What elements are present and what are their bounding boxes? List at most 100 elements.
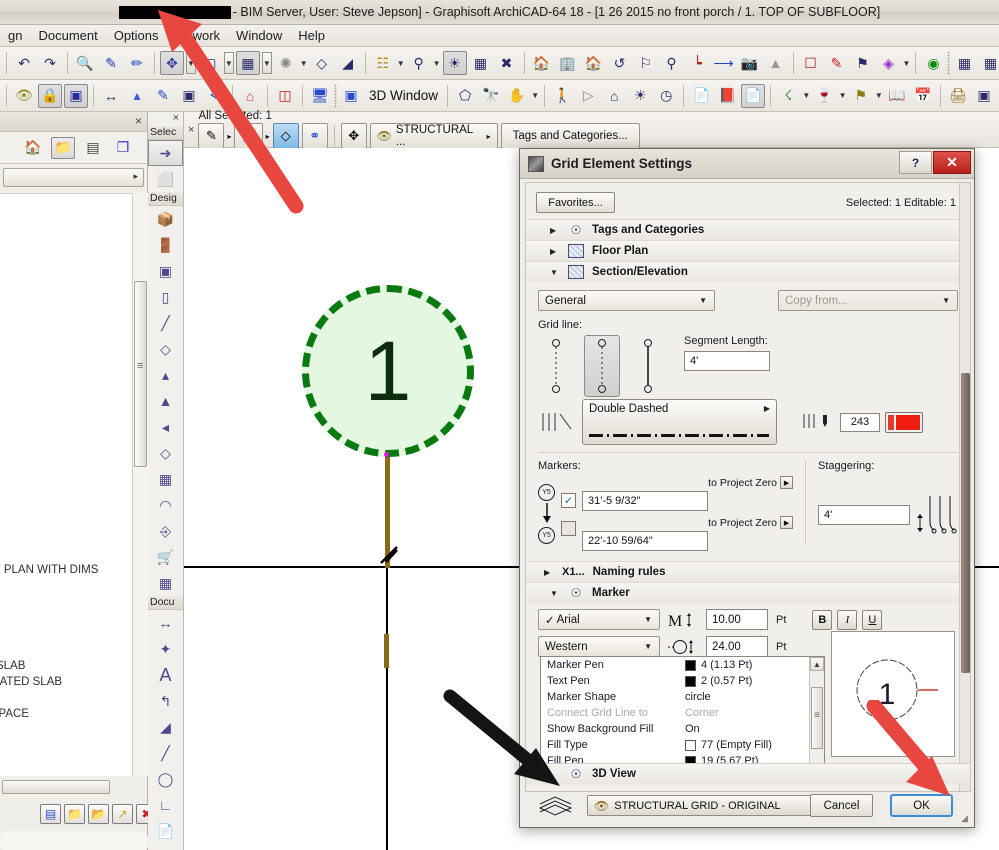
table-row[interactable]: Show Background Fill On [541,721,824,737]
publisher-icon[interactable]: ❐ [111,137,135,159]
measure-angle-icon[interactable]: ∢ [203,84,227,108]
3d-window-icon[interactable]: ▣ [339,84,363,108]
list-item[interactable]: ETAILS [0,316,132,332]
marker-size-input[interactable]: 24.00 [706,636,768,657]
dimension-icon[interactable]: ↔ [99,84,123,108]
text-size-input[interactable]: 10.00 [706,609,768,630]
object-tool-icon[interactable]: 🛒 [148,544,183,570]
list-item[interactable]: TAIL [0,690,132,706]
list-item[interactable]: Y [0,546,132,562]
edit-selection-icon[interactable]: ✎ [198,123,225,149]
marquee-tool-icon[interactable]: ⬜ [148,166,183,192]
pen-color-swatch[interactable] [885,411,923,433]
blue-page-icon[interactable]: 📄 [741,83,766,108]
grid-marker-bubble[interactable]: 1 [302,285,474,457]
tags-and-categories-button[interactable]: Tags and Categories... [500,123,640,149]
list-item[interactable]: CRAWL SPACE [0,706,132,722]
calendar-icon[interactable]: 📅 [911,84,935,108]
stair-tool-icon[interactable]: ◠ [148,492,183,518]
underline-button[interactable]: U [862,609,883,630]
navigator-vertical-scrollbar[interactable] [132,193,148,776]
properties-icon[interactable]: ▤ [40,804,61,824]
tag2-icon[interactable]: ⚑ [849,84,873,108]
eye-icon[interactable]: 👁 [12,84,36,108]
script-select[interactable]: Western ▼ [538,636,660,657]
navigator-view-combo[interactable] [3,168,144,187]
list-item[interactable] [0,472,132,488]
layer-lock-icon[interactable]: ✥ [340,123,367,149]
open-window-icon[interactable]: ↗ [112,804,133,824]
lock-icon[interactable]: 🔒 [38,83,62,108]
corner-icon[interactable]: ┕ [686,51,710,75]
morph-tool-icon[interactable]: ◂ [148,414,183,440]
navigator-tree[interactable]: LY ETAILS ON DIMS Y OR ROOF PLAN WITH DI… [0,193,132,776]
chevron-down-icon[interactable]: ▼ [397,52,405,74]
chevron-down-icon[interactable]: ▼ [300,52,308,74]
menu-item-options[interactable]: Options [106,26,167,45]
view-map-icon[interactable]: 📁 [51,136,75,159]
home2-icon[interactable]: ⌂ [602,84,626,108]
list-item[interactable]: OR ROOF PLAN WITH DIMS [0,562,132,578]
marker-top-checkbox[interactable]: ✓ [561,493,576,508]
table-row[interactable]: Marker Pen 4 (1.13 Pt) [541,657,824,673]
list-item[interactable]: LY [0,284,132,300]
window-icon[interactable]: ▣ [64,83,88,108]
parameter-scrollbar[interactable]: ▲ ▼ [809,657,824,778]
menu-item-teamwork[interactable]: amwork [167,26,229,45]
list-item[interactable] [0,408,132,424]
beam-tool-icon[interactable]: ╱ [148,310,183,336]
accordion-floor-plan[interactable]: ▶ Floor Plan [526,240,970,261]
screen-icon[interactable]: 🖥 [308,84,332,108]
list-item[interactable] [0,226,132,242]
to-project-zero-top[interactable]: to Project Zero ▶ [582,476,794,489]
person-icon[interactable]: ✋ [505,84,529,108]
new-folder-icon[interactable]: 📁 [64,804,85,824]
section-marker-icon[interactable]: ⚐ [634,51,658,75]
3d-window-label[interactable]: 3D Window [365,88,442,103]
home-down-icon[interactable]: 🏠 [582,51,606,75]
menu-item-help[interactable]: Help [290,26,333,45]
camera-icon[interactable]: 📷 [738,51,762,75]
list-item[interactable] [0,348,132,364]
marquee-icon[interactable]: ⬜ [234,123,263,149]
column-tool-icon[interactable]: ▯ [148,284,183,310]
chevron-down-icon[interactable]: ▼ [261,52,272,74]
accordion-naming-rules[interactable]: ▶ X1... Naming rules [526,561,970,582]
ghost-icon[interactable]: ▷ [576,84,600,108]
favorites-button[interactable]: Favorites... [536,192,615,213]
arrow-tool-icon[interactable]: ➔ [148,140,183,166]
roof-icon[interactable]: ▲ [764,51,788,75]
list-item[interactable] [0,424,132,440]
railing-icon[interactable]: ⎆ [148,518,183,544]
shell-tool-icon[interactable]: ▲ [148,388,183,414]
section-tool-icon[interactable]: ━ [148,844,183,850]
general-select[interactable]: General ▼ [538,290,715,311]
wall-icon[interactable]: ◢ [336,51,360,75]
home-up-icon[interactable]: 🏠 [530,51,554,75]
accordion-3d-view[interactable]: ☉ 3D View [526,763,970,784]
list-item[interactable] [0,300,132,316]
clock-icon[interactable]: ◷ [654,84,678,108]
list-item[interactable] [0,488,132,504]
chevron-down-icon[interactable]: ▼ [531,85,539,107]
roof-tool-icon[interactable]: ▴ [148,362,183,388]
grid-icon[interactable]: ▦ [469,51,493,75]
list-item[interactable] [0,440,132,456]
resize-grip-icon[interactable]: ◢ [961,813,968,824]
render-icon[interactable]: ☀ [442,51,467,75]
building-icon[interactable]: 🏢 [556,51,580,75]
tag-icon[interactable]: ⚑ [851,51,875,75]
chevron-down-icon[interactable]: ▼ [839,85,847,107]
polyline-icon[interactable]: ∟ [148,792,183,818]
close-icon[interactable]: × [135,114,142,128]
project-map-icon[interactable]: 🏠 [21,137,45,159]
window-tool-icon[interactable]: ▣ [148,258,183,284]
slab-icon[interactable]: ◇ [310,51,334,75]
image-icon[interactable]: ▣ [177,84,201,108]
curtain-wall-icon[interactable]: ▦ [148,466,183,492]
mesh2-icon[interactable]: ▦ [978,51,999,75]
sun-icon[interactable]: ✺ [274,51,298,75]
dimension-icon[interactable]: ↔ [148,610,183,636]
chevron-down-icon[interactable]: ▼ [223,52,234,74]
scrollbar-thumb[interactable] [961,373,970,673]
